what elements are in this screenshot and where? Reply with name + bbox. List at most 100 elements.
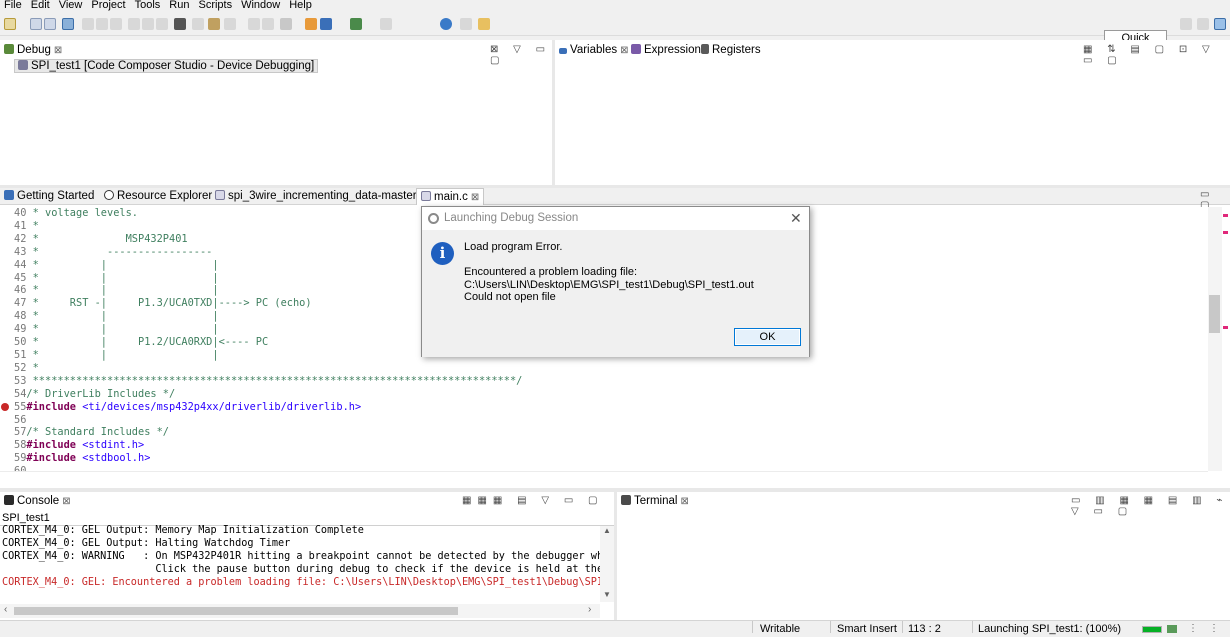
build-icon[interactable]	[208, 18, 220, 30]
code-text: /* DriverLib Includes */	[26, 387, 176, 400]
tab-spi-file[interactable]: spi_3wire_incrementing_data-master.c	[211, 188, 429, 205]
scroll-up-icon[interactable]: ▲	[603, 526, 611, 535]
dialog-heading: Load program Error.	[464, 241, 563, 253]
target-icon[interactable]	[224, 18, 236, 30]
close-icon[interactable]: ⊠	[62, 496, 70, 507]
editor-vertical-scrollbar[interactable]	[1208, 207, 1222, 471]
view-controls[interactable]: ▦▦▦ ▤ ▽ ▭ ▢	[462, 495, 604, 506]
tab-getting-started[interactable]: Getting Started	[0, 188, 98, 205]
menu-item-tools[interactable]: Tools	[131, 0, 166, 13]
code-line: 58#include <stdint.h>	[0, 439, 1208, 452]
status-progress-text[interactable]: Launching SPI_test1: (100%)	[978, 621, 1121, 637]
open-type-icon[interactable]	[460, 18, 472, 30]
run-icon[interactable]	[305, 18, 317, 30]
step-return-icon[interactable]	[156, 18, 168, 30]
tab-registers[interactable]: Registers	[697, 40, 765, 61]
connect-icon[interactable]	[192, 18, 204, 30]
scroll-down-icon[interactable]: ▼	[603, 590, 611, 599]
code-line: 59#include <stdbool.h>	[0, 452, 1208, 465]
view-controls[interactable]: ▭ ▥ ▦ ▦ ▤ ▥ ⌁ ▽ ▭ ▢	[1071, 495, 1230, 517]
debug-session-item[interactable]: SPI_test1 [Code Composer Studio - Device…	[14, 59, 319, 73]
close-icon[interactable]: ⊠	[54, 45, 62, 56]
scroll-left-icon[interactable]: ‹	[4, 604, 7, 615]
progress-view-icon[interactable]	[1167, 625, 1177, 633]
view-controls[interactable]: ⊠ ▽ ▭ ▢	[490, 44, 552, 66]
terminal-view: Terminal ⊠ ▭ ▥ ▦ ▦ ▤ ▥ ⌁ ▽ ▭ ▢	[617, 492, 1230, 620]
breakpoint-icon[interactable]	[280, 18, 292, 30]
memory-icon[interactable]	[174, 18, 186, 30]
view-controls[interactable]: ▦ ⇅ ▤ ▢ ⊡ ▽ ▭ ▢	[1083, 44, 1230, 66]
code-text: *	[26, 361, 39, 374]
dialog-close-icon[interactable]: ✕	[790, 207, 802, 230]
console-vertical-scrollbar[interactable]: ▲ ▼	[600, 526, 614, 602]
tab-resource-explorer[interactable]: Resource Explorer	[100, 188, 216, 205]
dialog-message-path: C:\Users\LIN\Desktop\EMG\SPI_test1\Debug…	[464, 279, 754, 291]
error-marker[interactable]	[1223, 326, 1228, 329]
new-icon[interactable]	[4, 18, 16, 30]
status-position: 113 : 2	[908, 623, 941, 635]
debug-icon[interactable]	[350, 18, 362, 30]
resume-icon[interactable]	[82, 18, 94, 30]
overview-ruler	[1222, 207, 1230, 471]
error-marker[interactable]	[1223, 214, 1228, 217]
save-all-icon[interactable]	[44, 18, 56, 30]
tab-variables[interactable]: Variables ⊠	[555, 40, 632, 61]
step-over-icon[interactable]	[142, 18, 154, 30]
ok-button[interactable]: OK	[734, 328, 801, 346]
debug-console-icon[interactable]	[62, 18, 74, 30]
error-marker[interactable]	[1223, 231, 1228, 234]
flash-icon[interactable]	[320, 18, 332, 30]
status-menu-icon[interactable]: ⋮	[1188, 621, 1198, 637]
dialog-titlebar[interactable]: Launching Debug Session ✕	[422, 207, 809, 230]
error-marker-icon[interactable]	[1, 402, 9, 411]
menu-bar: File Edit View Project Tools Run Scripts Window…	[0, 0, 1230, 13]
resource-explorer-icon	[104, 190, 114, 200]
tab-console-label: Console	[17, 495, 60, 507]
console-output[interactable]: CORTEX_M4_0: GEL Output: Memory Map Init…	[2, 525, 600, 591]
c-file-icon	[421, 191, 431, 201]
registers-icon	[701, 44, 709, 54]
tab-main-c-label: main.c	[434, 191, 468, 203]
reset-icon[interactable]	[262, 18, 274, 30]
progress-bar[interactable]	[1142, 626, 1162, 633]
menu-item-file[interactable]: File	[0, 0, 27, 13]
menu-item-help[interactable]: Help	[285, 0, 317, 13]
tab-debug-label: Debug	[17, 44, 51, 56]
tab-console[interactable]: Console ⊠	[0, 492, 75, 511]
perspective-debug-icon[interactable]	[1197, 18, 1209, 30]
tab-getting-started-label: Getting Started	[17, 190, 95, 202]
perspective-ccs-icon[interactable]	[1214, 18, 1226, 30]
menu-item-view[interactable]: View	[55, 0, 88, 13]
tab-terminal[interactable]: Terminal ⊠	[617, 492, 693, 511]
open-resource-icon[interactable]	[478, 18, 490, 30]
expressions-icon	[631, 44, 641, 54]
status-menu-icon[interactable]: ⋮	[1209, 621, 1219, 637]
scroll-thumb[interactable]	[1209, 295, 1220, 333]
code-text: * MSP432P401	[26, 232, 188, 245]
tab-resource-explorer-label: Resource Explorer	[117, 190, 213, 202]
suspend-icon[interactable]	[96, 18, 108, 30]
editor-horizontal-scrollbar[interactable]	[0, 471, 1208, 485]
menu-item-scripts[interactable]: Scripts	[194, 0, 237, 13]
perspective-open-icon[interactable]	[1180, 18, 1192, 30]
close-icon[interactable]: ⊠	[471, 192, 479, 203]
restart-icon[interactable]	[248, 18, 260, 30]
close-icon[interactable]: ⊠	[680, 496, 688, 507]
menu-item-edit[interactable]: Edit	[27, 0, 55, 13]
tab-main-c[interactable]: main.c ⊠	[416, 188, 485, 205]
scroll-right-icon[interactable]: ›	[588, 604, 591, 615]
profile-icon[interactable]	[380, 18, 392, 30]
search-icon[interactable]	[440, 18, 452, 30]
tab-debug[interactable]: Debug ⊠	[0, 40, 66, 61]
terminate-icon[interactable]	[110, 18, 122, 30]
save-icon[interactable]	[30, 18, 42, 30]
scroll-thumb[interactable]	[14, 607, 458, 615]
variables-icon	[559, 48, 567, 54]
console-horizontal-scrollbar[interactable]: ‹ ›	[0, 604, 600, 618]
menu-item-project[interactable]: Project	[87, 0, 130, 13]
line-number: 56	[14, 413, 27, 426]
menu-item-run[interactable]: Run	[165, 0, 194, 13]
tab-spi-file-label: spi_3wire_incrementing_data-master.c	[228, 190, 425, 202]
step-into-icon[interactable]	[128, 18, 140, 30]
menu-item-window[interactable]: Window	[237, 0, 285, 13]
